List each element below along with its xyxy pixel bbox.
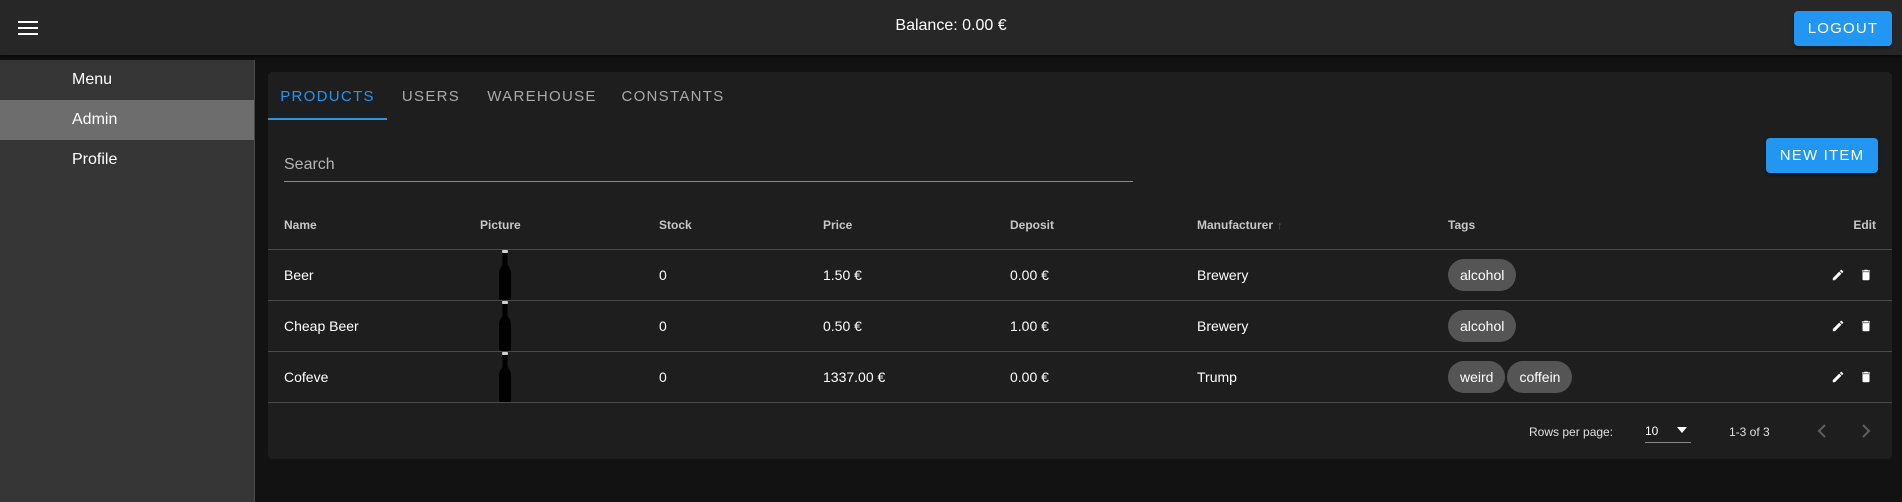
logout-button[interactable]: LOGOUT xyxy=(1794,11,1892,46)
cell-name: Cofeve xyxy=(268,351,480,403)
admin-card: PRODUCTS USERS WAREHOUSE CONSTANTS NEW I… xyxy=(268,72,1892,459)
tab-constants[interactable]: CONSTANTS xyxy=(609,72,737,120)
delete-icon[interactable] xyxy=(1856,265,1876,285)
delete-icon[interactable] xyxy=(1856,316,1876,336)
chevron-left-icon[interactable] xyxy=(1810,419,1834,443)
bottle-icon xyxy=(499,351,511,402)
cell-deposit: 0.00 € xyxy=(1010,351,1197,403)
products-table: Name Picture Stock Price Deposit Manufac… xyxy=(268,201,1892,403)
tag-chip[interactable]: weird xyxy=(1448,360,1506,393)
tab-products[interactable]: PRODUCTS xyxy=(268,72,387,120)
table-footer: Rows per page: 10 1-3 of 3 xyxy=(268,403,1892,459)
cell-name: Beer xyxy=(268,249,480,301)
cell-stock: 0 xyxy=(659,300,823,352)
table-row: Cheap Beer 0 0.50 € 1.00 € Brewery alcoh… xyxy=(268,300,1892,352)
cell-deposit: 0.00 € xyxy=(1010,249,1197,301)
cell-actions xyxy=(1776,300,1892,352)
cell-manufacturer: Brewery xyxy=(1197,249,1448,301)
column-header-manufacturer[interactable]: Manufacturer ↑ xyxy=(1197,201,1448,250)
bottle-icon xyxy=(499,249,511,300)
column-header-deposit[interactable]: Deposit xyxy=(1010,201,1197,250)
column-header-manufacturer-label: Manufacturer xyxy=(1197,217,1274,232)
caret-down-icon xyxy=(1677,427,1687,433)
cell-tags: alcohol xyxy=(1448,249,1776,301)
cell-stock: 0 xyxy=(659,351,823,403)
column-header-tags: Tags xyxy=(1448,201,1776,250)
tab-warehouse[interactable]: WAREHOUSE xyxy=(475,72,609,120)
cell-actions xyxy=(1776,249,1892,301)
arrow-up-icon[interactable]: ↑ xyxy=(1277,220,1283,232)
search-field xyxy=(284,142,1133,182)
table-row: Beer 0 1.50 € 0.00 € Brewery alcohol xyxy=(268,249,1892,301)
edit-icon[interactable] xyxy=(1828,316,1848,336)
cell-deposit: 1.00 € xyxy=(1010,300,1197,352)
tab-users[interactable]: USERS xyxy=(387,72,475,120)
tag-chip[interactable]: alcohol xyxy=(1448,309,1517,342)
cell-manufacturer: Brewery xyxy=(1197,300,1448,352)
cell-tags: alcohol xyxy=(1448,300,1776,352)
new-item-button[interactable]: NEW ITEM xyxy=(1766,138,1878,173)
column-header-picture[interactable]: Picture xyxy=(480,201,659,250)
cell-picture xyxy=(480,351,659,403)
pagination-range: 1-3 of 3 xyxy=(1729,425,1770,439)
tag-chip[interactable]: coffein xyxy=(1507,360,1573,393)
chevron-right-icon[interactable] xyxy=(1854,419,1878,443)
nav-item-profile[interactable]: Profile xyxy=(0,140,254,180)
rows-per-page-value: 10 xyxy=(1645,424,1659,438)
bottle-icon xyxy=(499,300,511,351)
edit-icon[interactable] xyxy=(1828,265,1848,285)
column-header-price[interactable]: Price xyxy=(823,201,1010,250)
cell-price: 0.50 € xyxy=(823,300,1010,352)
cell-price: 1.50 € xyxy=(823,249,1010,301)
edit-icon[interactable] xyxy=(1828,367,1848,387)
search-input[interactable] xyxy=(284,142,1133,181)
nav-item-admin[interactable]: Admin xyxy=(0,100,254,140)
cell-price: 1337.00 € xyxy=(823,351,1010,403)
cell-picture xyxy=(480,249,659,301)
cell-tags: weird coffein xyxy=(1448,351,1776,403)
cell-stock: 0 xyxy=(659,249,823,301)
table-header-row: Name Picture Stock Price Deposit Manufac… xyxy=(268,201,1892,250)
delete-icon[interactable] xyxy=(1856,367,1876,387)
column-header-edit: Edit xyxy=(1776,201,1892,250)
rows-per-page-select[interactable]: 10 xyxy=(1645,419,1691,443)
column-header-stock[interactable]: Stock xyxy=(659,201,823,250)
nav-item-menu[interactable]: Menu xyxy=(0,60,254,100)
cell-actions xyxy=(1776,351,1892,403)
navigation-drawer: Menu Admin Profile xyxy=(0,60,255,502)
cell-picture xyxy=(480,300,659,352)
cell-manufacturer: Trump xyxy=(1197,351,1448,403)
tag-chip[interactable]: alcohol xyxy=(1448,258,1517,291)
admin-tabs: PRODUCTS USERS WAREHOUSE CONSTANTS xyxy=(268,72,737,120)
rows-per-page-label: Rows per page: xyxy=(1529,425,1614,439)
app-bar: Balance: 0.00 € LOGOUT xyxy=(0,0,1902,55)
column-header-name[interactable]: Name xyxy=(268,201,480,250)
hamburger-menu-icon[interactable] xyxy=(14,15,42,41)
balance-display: Balance: 0.00 € xyxy=(895,17,1007,34)
table-row: Cofeve 0 1337.00 € 0.00 € Trump weird cof… xyxy=(268,351,1892,403)
cell-name: Cheap Beer xyxy=(268,300,480,352)
